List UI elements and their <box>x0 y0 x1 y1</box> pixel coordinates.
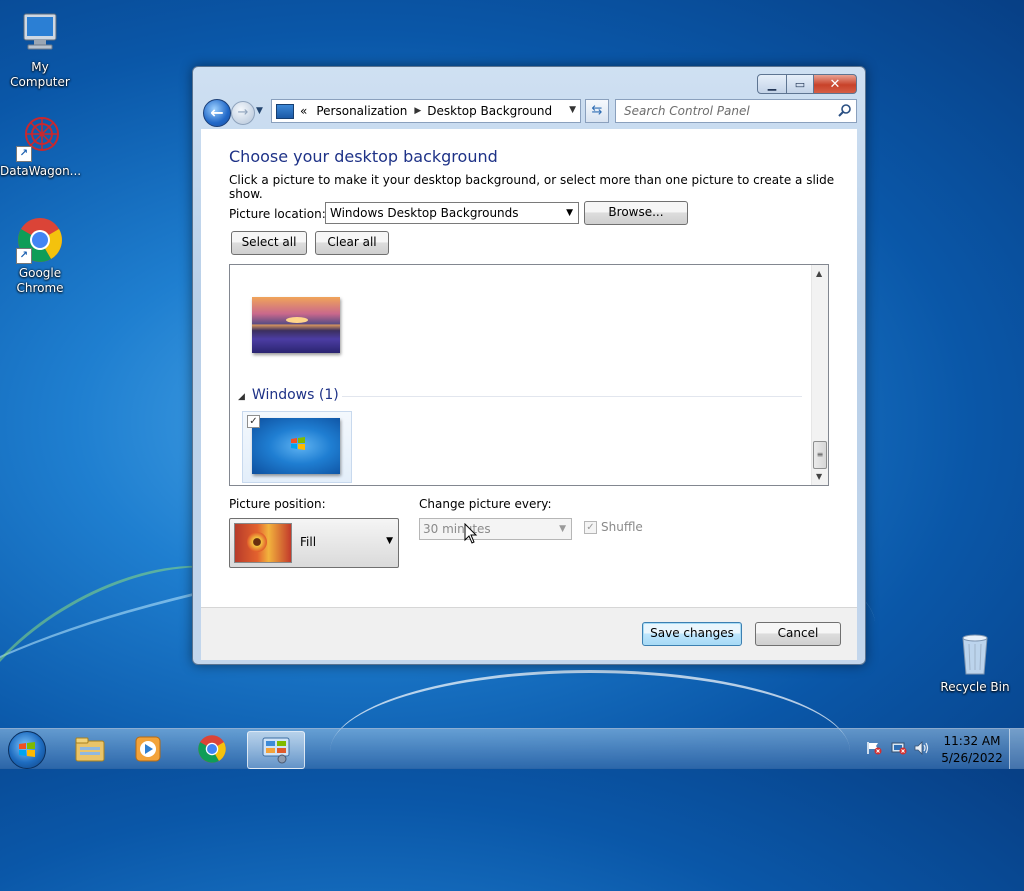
desktop-icon-datawagon[interactable]: ↗ DataWagon... <box>0 114 82 179</box>
chevron-down-icon: ▼ <box>256 106 263 116</box>
recycle-bin-icon <box>951 630 999 678</box>
background-picker: ◢ Windows (1) ✓ ▲ ≡ ▼ <box>229 264 829 486</box>
breadcrumb-separator-icon[interactable]: ▶ <box>414 106 421 116</box>
shortcut-arrow-icon: ↗ <box>16 248 32 264</box>
breadcrumb-overflow[interactable]: « <box>300 104 307 118</box>
back-button[interactable]: ← <box>203 99 231 127</box>
close-button[interactable]: ✕ <box>814 74 857 94</box>
chevron-down-icon: ▼ <box>566 208 573 218</box>
address-dropdown-icon[interactable]: ▼ <box>569 105 576 115</box>
scrollbar-thumb[interactable]: ≡ <box>813 441 827 469</box>
desktop-icon-google-chrome[interactable]: ↗ Google Chrome <box>0 216 80 296</box>
picker-scrollbar[interactable]: ▲ ≡ ▼ <box>811 265 828 485</box>
change-picture-value: 30 minutes <box>423 522 491 536</box>
save-changes-button[interactable]: Save changes <box>642 622 742 646</box>
breadcrumb-desktop-background[interactable]: Desktop Background <box>427 104 552 118</box>
computer-icon <box>16 10 64 58</box>
file-explorer-icon <box>75 737 105 762</box>
taskbar-control-panel[interactable] <box>247 731 305 769</box>
windows-logo-icon <box>19 742 35 757</box>
clock-time: 11:32 AM <box>943 734 1001 748</box>
page-instructions: Click a picture to make it your desktop … <box>229 173 835 201</box>
minimize-button[interactable]: ▁ <box>757 74 787 94</box>
volume-icon[interactable] <box>914 741 930 755</box>
chevron-down-icon: ▼ <box>559 524 566 534</box>
media-player-icon <box>135 736 161 762</box>
show-desktop-button[interactable] <box>1009 729 1024 769</box>
clock-date: 5/26/2022 <box>941 751 1003 765</box>
refresh-icon: ⇆ <box>591 103 603 118</box>
control-panel-icon <box>276 103 294 119</box>
start-button[interactable] <box>8 731 46 769</box>
shuffle-option[interactable]: ✓ Shuffle <box>584 520 643 534</box>
taskbar: 11:32 AM 5/26/2022 <box>0 728 1024 769</box>
network-error-icon[interactable] <box>891 741 907 755</box>
system-clock[interactable]: 11:32 AM 5/26/2022 <box>936 733 1008 767</box>
scroll-up-icon[interactable]: ▲ <box>816 269 822 278</box>
cancel-button[interactable]: Cancel <box>755 622 841 646</box>
taskbar-file-explorer[interactable] <box>64 731 116 767</box>
picture-location-value: Windows Desktop Backgrounds <box>330 206 519 220</box>
windows-background-item[interactable]: ✓ <box>242 411 352 483</box>
windows-group-header[interactable]: ◢ Windows (1) <box>238 387 339 403</box>
recent-pages-button[interactable]: ▼ <box>256 106 263 116</box>
browse-button[interactable]: Browse... <box>584 201 688 225</box>
change-picture-select[interactable]: 30 minutes ▼ <box>419 518 572 540</box>
scroll-down-icon[interactable]: ▼ <box>816 472 822 481</box>
address-bar[interactable]: « Personalization ▶ Desktop Background ▼ <box>271 99 581 123</box>
desktop-icon-label: Recycle Bin <box>940 680 1010 694</box>
desktop-icon-label: My Computer <box>10 60 70 89</box>
breadcrumb-personalization[interactable]: Personalization <box>316 104 407 118</box>
select-all-button[interactable]: Select all <box>231 231 307 255</box>
shuffle-label: Shuffle <box>601 520 643 534</box>
search-input[interactable] <box>622 100 836 122</box>
maximize-icon: ▭ <box>794 77 806 91</box>
group-divider <box>342 396 802 397</box>
landscape-background-thumbnail[interactable] <box>252 297 340 353</box>
desktop-icon-label: Google Chrome <box>16 266 64 295</box>
control-panel-icon <box>262 737 290 764</box>
close-icon: ✕ <box>829 76 841 92</box>
back-arrow-icon: ← <box>210 103 224 122</box>
taskbar-chrome[interactable] <box>186 731 238 767</box>
content-pane: Choose your desktop background Click a p… <box>201 129 857 607</box>
datawagon-icon: ↗ <box>16 114 64 162</box>
search-box[interactable] <box>615 99 857 123</box>
mouse-cursor-icon <box>464 523 478 544</box>
chrome-icon <box>198 735 226 763</box>
windows-logo-icon <box>291 437 305 450</box>
shuffle-checkbox[interactable]: ✓ <box>584 520 597 534</box>
navigation-bar: ← → ▼ « Personalization ▶ Desktop Backgr… <box>201 99 857 127</box>
clear-all-button[interactable]: Clear all <box>315 231 389 255</box>
forward-button[interactable]: → <box>231 101 255 125</box>
picture-position-value: Fill <box>300 535 317 549</box>
desktop-background-window: ▁ ▭ ✕ ← → ▼ « Personalization ▶ Desktop … <box>192 66 866 665</box>
chevron-down-icon: ▼ <box>386 536 393 546</box>
position-preview-image <box>234 523 292 563</box>
desktop-icon-recycle-bin[interactable]: Recycle Bin <box>935 630 1015 695</box>
caption-buttons: ▁ ▭ ✕ <box>757 74 857 94</box>
page-title: Choose your desktop background <box>229 147 498 166</box>
picture-position-label: Picture position: <box>229 497 326 511</box>
chrome-icon: ↗ <box>16 216 64 264</box>
picture-position-select[interactable]: Fill ▼ <box>229 518 399 568</box>
windows-background-checkbox[interactable]: ✓ <box>247 415 260 428</box>
picture-location-label: Picture location: <box>229 207 326 221</box>
dialog-footer: Save changes Cancel <box>201 607 857 660</box>
refresh-button[interactable]: ⇆ <box>585 99 609 123</box>
search-icon[interactable] <box>838 103 852 120</box>
minimize-icon: ▁ <box>767 77 777 91</box>
maximize-button[interactable]: ▭ <box>787 74 814 94</box>
windows-background-thumbnail <box>252 418 340 474</box>
shortcut-arrow-icon: ↗ <box>16 146 32 162</box>
action-center-flag-icon[interactable] <box>866 741 882 755</box>
windows-group-title: Windows (1) <box>251 387 339 403</box>
taskbar-media-player[interactable] <box>122 731 174 767</box>
desktop-icon-my-computer[interactable]: My Computer <box>0 10 80 90</box>
change-picture-label: Change picture every: <box>419 497 552 511</box>
desktop-icon-label: DataWagon... <box>0 164 82 178</box>
collapse-triangle-icon[interactable]: ◢ <box>238 392 245 402</box>
forward-arrow-icon: → <box>237 105 249 120</box>
picture-location-select[interactable]: Windows Desktop Backgrounds ▼ <box>325 202 579 224</box>
